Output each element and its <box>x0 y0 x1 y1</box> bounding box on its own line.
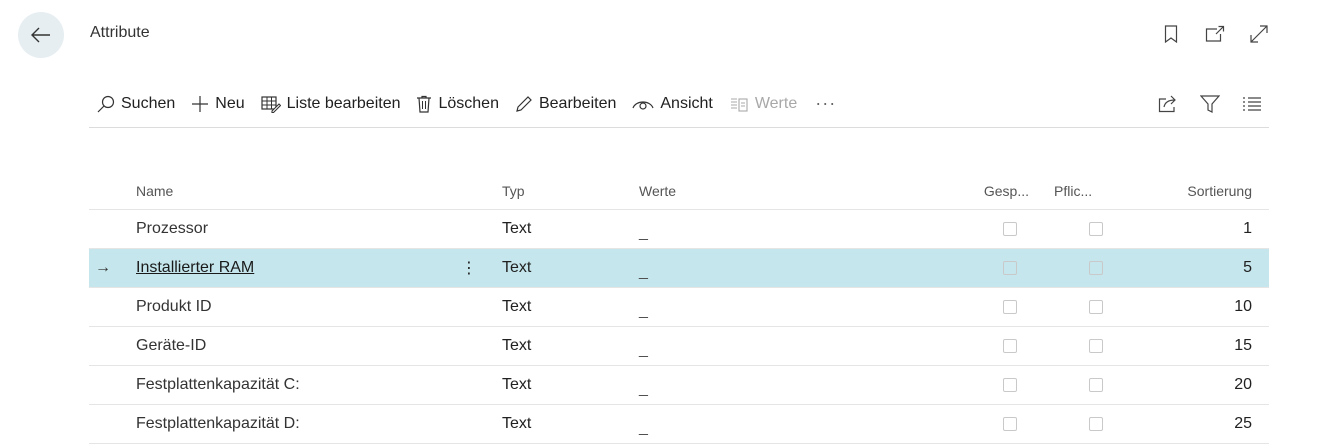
table-row[interactable]: Festplattenkapazität C: Text _ 20 <box>89 366 1269 405</box>
row-typ[interactable]: Text <box>502 366 602 404</box>
column-header-sortierung[interactable]: Sortierung <box>1139 172 1252 209</box>
row-werte[interactable]: _ <box>639 341 648 359</box>
new-button[interactable]: Neu <box>183 80 252 127</box>
values-icon <box>730 97 748 112</box>
row-werte[interactable]: _ <box>639 263 648 281</box>
arrow-left-icon <box>31 27 50 43</box>
values-button[interactable]: Werte <box>721 80 805 127</box>
pencil-icon <box>516 95 532 112</box>
search-button[interactable]: Suchen <box>89 80 183 127</box>
row-menu-button[interactable]: ⋮ <box>461 249 477 287</box>
delete-label: Löschen <box>438 94 499 112</box>
bookmark-icon[interactable] <box>1159 22 1183 46</box>
table-row[interactable]: Produkt ID Text _ 10 <box>89 288 1269 327</box>
column-header-typ[interactable]: Typ <box>502 172 602 209</box>
more-actions-button[interactable]: ··· <box>805 93 846 114</box>
row-name[interactable]: Prozessor <box>136 210 456 248</box>
back-button[interactable] <box>18 12 64 58</box>
share-icon[interactable] <box>1157 93 1179 115</box>
attributes-table: Name Typ Werte Gesp... Pflic... Sortieru… <box>89 172 1269 444</box>
pflicht-checkbox[interactable] <box>1089 300 1103 314</box>
row-sortierung[interactable]: 5 <box>1139 249 1252 287</box>
new-label: Neu <box>215 94 245 112</box>
gesperrt-checkbox[interactable] <box>1003 222 1017 236</box>
plus-icon <box>192 95 209 112</box>
gesperrt-checkbox[interactable] <box>1003 417 1017 431</box>
pflicht-checkbox[interactable] <box>1089 417 1103 431</box>
search-label: Suchen <box>121 94 176 112</box>
row-werte[interactable]: _ <box>639 224 648 242</box>
row-werte[interactable]: _ <box>639 419 648 437</box>
table-row[interactable]: Prozessor Text _ 1 <box>89 210 1269 249</box>
page-title: Attribute <box>90 24 150 41</box>
row-sortierung[interactable]: 25 <box>1139 405 1252 443</box>
row-typ[interactable]: Text <box>502 327 602 365</box>
column-header-name[interactable]: Name <box>136 172 456 209</box>
gesperrt-checkbox[interactable] <box>1003 261 1017 275</box>
gesperrt-checkbox[interactable] <box>1003 378 1017 392</box>
column-header-pflicht[interactable]: Pflic... <box>1054 172 1114 209</box>
edit-button[interactable]: Bearbeiten <box>507 80 624 127</box>
gesperrt-checkbox[interactable] <box>1003 339 1017 353</box>
edit-list-label: Liste bearbeiten <box>286 94 401 112</box>
row-sortierung[interactable]: 20 <box>1139 366 1252 404</box>
row-name-link[interactable]: Installierter RAM <box>136 259 254 277</box>
row-name[interactable]: Festplattenkapazität D: <box>136 405 456 443</box>
row-name[interactable]: Festplattenkapazität C: <box>136 366 456 404</box>
toolbar-right-actions <box>1157 93 1269 115</box>
expand-icon[interactable] <box>1247 22 1271 46</box>
row-typ[interactable]: Text <box>502 249 602 287</box>
column-header-werte[interactable]: Werte <box>639 172 839 209</box>
edit-label: Bearbeiten <box>538 94 617 112</box>
pflicht-checkbox[interactable] <box>1089 261 1103 275</box>
row-sortierung[interactable]: 10 <box>1139 288 1252 326</box>
values-label: Werte <box>754 94 798 112</box>
pflicht-checkbox[interactable] <box>1089 222 1103 236</box>
row-werte[interactable]: _ <box>639 380 648 398</box>
row-name[interactable]: Geräte-ID <box>136 327 456 365</box>
row-typ[interactable]: Text <box>502 288 602 326</box>
view-label: Ansicht <box>660 94 713 112</box>
table-row[interactable]: Geräte-ID Text _ 15 <box>89 327 1269 366</box>
edit-table-icon <box>261 95 281 113</box>
search-icon <box>97 95 115 112</box>
column-header-gesperrt[interactable]: Gesp... <box>959 172 1029 209</box>
row-name[interactable]: Produkt ID <box>136 288 456 326</box>
row-sortierung[interactable]: 1 <box>1139 210 1252 248</box>
table-row-selected[interactable]: → Installierter RAM ⋮ Text _ 5 <box>89 249 1269 288</box>
row-werte[interactable]: _ <box>639 302 648 320</box>
delete-button[interactable]: Löschen <box>408 80 507 127</box>
pflicht-checkbox[interactable] <box>1089 339 1103 353</box>
edit-list-button[interactable]: Liste bearbeiten <box>253 80 409 127</box>
eye-icon <box>632 100 654 110</box>
filter-icon[interactable] <box>1199 93 1221 115</box>
row-typ[interactable]: Text <box>502 405 602 443</box>
table-row[interactable]: Festplattenkapazität D: Text _ 25 <box>89 405 1269 444</box>
pflicht-checkbox[interactable] <box>1089 378 1103 392</box>
row-sortierung[interactable]: 15 <box>1139 327 1252 365</box>
view-button[interactable]: Ansicht <box>624 80 720 127</box>
selected-row-arrow-icon: → <box>95 259 111 276</box>
page-actions <box>1159 22 1271 46</box>
gesperrt-checkbox[interactable] <box>1003 300 1017 314</box>
list-view-icon[interactable] <box>1241 93 1263 115</box>
open-new-window-icon[interactable] <box>1203 22 1227 46</box>
table-header: Name Typ Werte Gesp... Pflic... Sortieru… <box>89 172 1269 210</box>
trash-icon <box>417 95 432 113</box>
action-bar: Suchen Neu Liste bearbeiten Löschen Bear… <box>89 80 1269 128</box>
row-typ[interactable]: Text <box>502 210 602 248</box>
